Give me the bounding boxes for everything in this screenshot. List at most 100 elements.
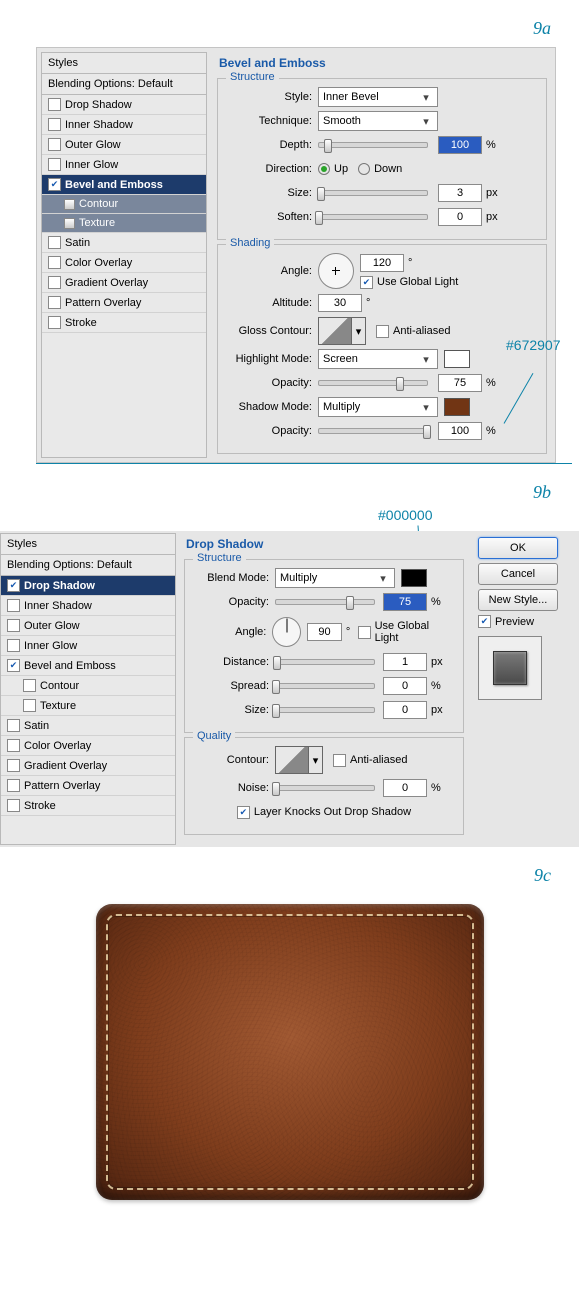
checkbox-icon[interactable] xyxy=(48,256,61,269)
style-inner-glow[interactable]: Inner Glow xyxy=(42,155,206,175)
style-pattern-overlay[interactable]: Pattern Overlay xyxy=(42,293,206,313)
size-input[interactable]: 0 xyxy=(383,701,427,719)
style-bevel-emboss[interactable]: Bevel and Emboss xyxy=(1,656,175,676)
opacity-slider[interactable] xyxy=(275,599,375,605)
cancel-button[interactable]: Cancel xyxy=(478,563,558,585)
preview-thumbnail xyxy=(478,636,542,700)
highlight-opacity-input[interactable]: 75 xyxy=(438,374,482,392)
style-color-overlay[interactable]: Color Overlay xyxy=(1,736,175,756)
antialiased-checkbox[interactable] xyxy=(376,325,389,338)
checkbox-icon[interactable] xyxy=(48,276,61,289)
global-light-checkbox[interactable] xyxy=(360,276,373,289)
checkbox-icon[interactable] xyxy=(7,599,20,612)
style-outer-glow[interactable]: Outer Glow xyxy=(1,616,175,636)
checkbox-icon[interactable] xyxy=(48,98,61,111)
style-satin[interactable]: Satin xyxy=(1,716,175,736)
style-pattern-overlay[interactable]: Pattern Overlay xyxy=(1,776,175,796)
blending-options-row[interactable]: Blending Options: Default xyxy=(42,74,206,95)
shadow-opacity-slider[interactable] xyxy=(318,428,428,434)
checkbox-icon[interactable] xyxy=(48,178,61,191)
gloss-contour-picker[interactable] xyxy=(318,317,352,345)
blending-options-row[interactable]: Blending Options: Default xyxy=(1,555,175,576)
style-drop-shadow[interactable]: Drop Shadow xyxy=(1,576,175,596)
checkbox-icon[interactable] xyxy=(7,659,20,672)
style-dropdown[interactable]: Inner Bevel▾ xyxy=(318,87,438,107)
step-label-9b: 9b xyxy=(0,464,579,511)
checkbox-icon[interactable] xyxy=(7,719,20,732)
spread-input[interactable]: 0 xyxy=(383,677,427,695)
highlight-opacity-slider[interactable] xyxy=(318,380,428,386)
soften-input[interactable]: 0 xyxy=(438,208,482,226)
chevron-down-icon[interactable]: ▾ xyxy=(309,746,323,774)
style-satin[interactable]: Satin xyxy=(42,233,206,253)
checkbox-icon[interactable] xyxy=(48,138,61,151)
checkbox-icon[interactable] xyxy=(48,118,61,131)
style-drop-shadow[interactable]: Drop Shadow xyxy=(42,95,206,115)
checkbox-icon[interactable] xyxy=(48,236,61,249)
style-stroke[interactable]: Stroke xyxy=(42,313,206,333)
angle-input[interactable]: 90 xyxy=(307,623,342,641)
checkbox-icon[interactable] xyxy=(7,639,20,652)
style-inner-glow[interactable]: Inner Glow xyxy=(1,636,175,656)
spread-slider[interactable] xyxy=(275,683,375,689)
shadow-opacity-input[interactable]: 100 xyxy=(438,422,482,440)
checkbox-icon[interactable] xyxy=(48,158,61,171)
angle-dial[interactable] xyxy=(318,253,354,289)
checkbox-icon[interactable] xyxy=(7,799,20,812)
noise-input[interactable]: 0 xyxy=(383,779,427,797)
ok-button[interactable]: OK xyxy=(478,537,558,559)
direction-down-radio[interactable] xyxy=(358,163,370,175)
highlight-mode-dropdown[interactable]: Screen▾ xyxy=(318,349,438,369)
size-slider[interactable] xyxy=(318,190,428,196)
highlight-color-swatch[interactable] xyxy=(444,350,470,368)
angle-dial[interactable] xyxy=(272,617,301,647)
altitude-input[interactable]: 30 xyxy=(318,294,362,312)
preview-checkbox[interactable] xyxy=(478,615,491,628)
soften-slider[interactable] xyxy=(318,214,428,220)
style-gradient-overlay[interactable]: Gradient Overlay xyxy=(1,756,175,776)
style-contour[interactable]: Contour xyxy=(1,676,175,696)
distance-slider[interactable] xyxy=(275,659,375,665)
global-light-checkbox[interactable] xyxy=(358,626,371,639)
direction-up-radio[interactable] xyxy=(318,163,330,175)
blend-mode-dropdown[interactable]: Multiply▾ xyxy=(275,568,395,588)
blend-color-swatch[interactable] xyxy=(401,569,427,587)
shadow-mode-dropdown[interactable]: Multiply▾ xyxy=(318,397,438,417)
depth-slider[interactable] xyxy=(318,142,428,148)
chevron-down-icon[interactable]: ▾ xyxy=(352,317,366,345)
checkbox-icon[interactable] xyxy=(7,579,20,592)
antialiased-checkbox[interactable] xyxy=(333,754,346,767)
checkbox-icon[interactable] xyxy=(7,759,20,772)
checkbox-icon[interactable] xyxy=(7,619,20,632)
checkbox-icon[interactable] xyxy=(48,296,61,309)
checkbox-icon[interactable] xyxy=(23,699,36,712)
checkbox-icon[interactable] xyxy=(7,779,20,792)
quality-group: Quality Contour:▾Anti-aliased Noise:0% L… xyxy=(184,737,464,835)
style-outer-glow[interactable]: Outer Glow xyxy=(42,135,206,155)
depth-input[interactable]: 100 xyxy=(438,136,482,154)
style-contour[interactable]: Contour xyxy=(42,195,206,214)
style-bevel-emboss[interactable]: Bevel and Emboss xyxy=(42,175,206,195)
angle-input[interactable]: 120 xyxy=(360,254,404,272)
shadow-color-swatch[interactable] xyxy=(444,398,470,416)
size-slider[interactable] xyxy=(275,707,375,713)
checkbox-icon[interactable] xyxy=(48,316,61,329)
contour-picker[interactable] xyxy=(275,746,309,774)
checkbox-icon[interactable] xyxy=(23,679,36,692)
bevel-settings: Bevel and Emboss Structure Style:Inner B… xyxy=(207,52,551,458)
style-gradient-overlay[interactable]: Gradient Overlay xyxy=(42,273,206,293)
style-inner-shadow[interactable]: Inner Shadow xyxy=(1,596,175,616)
distance-input[interactable]: 1 xyxy=(383,653,427,671)
style-stroke[interactable]: Stroke xyxy=(1,796,175,816)
style-inner-shadow[interactable]: Inner Shadow xyxy=(42,115,206,135)
knockout-checkbox[interactable] xyxy=(237,806,250,819)
noise-slider[interactable] xyxy=(275,785,375,791)
opacity-input[interactable]: 75 xyxy=(383,593,427,611)
style-texture[interactable]: Texture xyxy=(1,696,175,716)
technique-dropdown[interactable]: Smooth▾ xyxy=(318,111,438,131)
size-input[interactable]: 3 xyxy=(438,184,482,202)
checkbox-icon[interactable] xyxy=(7,739,20,752)
style-texture[interactable]: Texture xyxy=(42,214,206,233)
style-color-overlay[interactable]: Color Overlay xyxy=(42,253,206,273)
new-style-button[interactable]: New Style... xyxy=(478,589,558,611)
